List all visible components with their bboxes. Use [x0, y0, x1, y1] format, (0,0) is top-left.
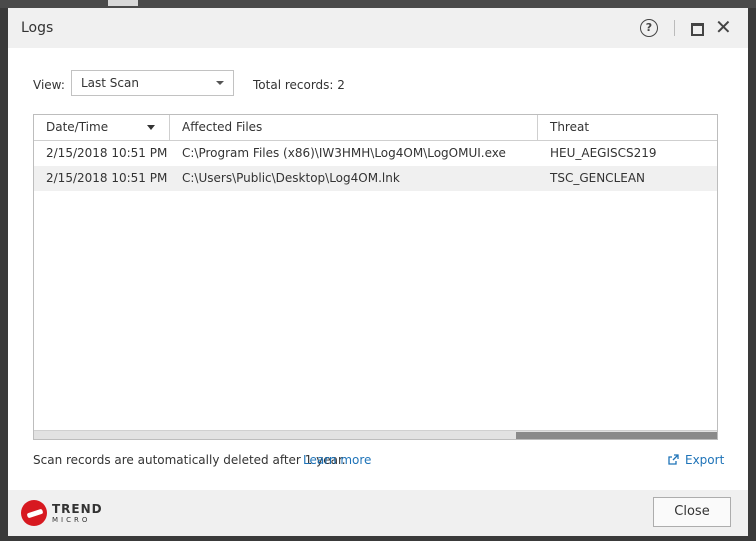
- cell-datetime: 2/15/2018 10:51 PM: [46, 146, 168, 160]
- column-header-label: Threat: [550, 120, 590, 134]
- column-divider[interactable]: [537, 115, 538, 140]
- view-dropdown-value: Last Scan: [81, 76, 139, 90]
- export-label: Export: [685, 453, 725, 467]
- trend-micro-logo-icon: [21, 500, 47, 526]
- dialog-title: Logs: [21, 20, 54, 36]
- help-icon[interactable]: ?: [640, 19, 658, 37]
- brand-name-top: TREND: [52, 502, 103, 516]
- scrollbar-thumb[interactable]: [516, 432, 717, 439]
- column-header-label: Date/Time: [46, 120, 109, 134]
- log-table: Date/Time Affected Files Threat 2/15/201…: [33, 114, 718, 440]
- column-header-threat[interactable]: Threat: [550, 115, 589, 140]
- horizontal-scrollbar[interactable]: [34, 430, 717, 439]
- table-row[interactable]: 2/15/2018 10:51 PM C:\Program Files (x86…: [34, 141, 717, 166]
- chevron-down-icon: [216, 81, 224, 85]
- retention-note: Scan records are automatically deleted a…: [33, 453, 346, 467]
- total-records: Total records: 2: [253, 78, 345, 92]
- table-header: Date/Time Affected Files Threat: [34, 115, 717, 141]
- column-header-affected-files[interactable]: Affected Files: [182, 115, 262, 140]
- cell-affected-file: C:\Users\Public\Desktop\Log4OM.lnk: [182, 171, 400, 185]
- close-button[interactable]: Close: [653, 497, 731, 527]
- trend-micro-logo: TREND MICRO: [21, 500, 111, 530]
- export-icon: [668, 454, 679, 465]
- dialog-footer: TREND MICRO Close: [8, 490, 748, 536]
- title-bar: Logs ? ✕: [8, 8, 748, 48]
- cell-threat: TSC_GENCLEAN: [550, 171, 646, 185]
- learn-more-link[interactable]: Learn more: [303, 453, 371, 467]
- background-tab: [108, 0, 138, 6]
- cell-threat: HEU_AEGISCS219: [550, 146, 657, 160]
- view-dropdown[interactable]: Last Scan: [71, 70, 234, 96]
- column-divider[interactable]: [169, 115, 170, 140]
- cell-affected-file: C:\Program Files (x86)\IW3HMH\Log4OM\Log…: [182, 146, 506, 160]
- view-label: View:: [33, 78, 65, 92]
- column-header-label: Affected Files: [182, 120, 263, 134]
- column-header-datetime[interactable]: Date/Time: [46, 115, 108, 140]
- close-icon[interactable]: ✕: [715, 17, 732, 37]
- cell-datetime: 2/15/2018 10:51 PM: [46, 171, 168, 185]
- brand-name-bottom: MICRO: [52, 516, 91, 524]
- maximize-icon[interactable]: [691, 23, 704, 36]
- table-row[interactable]: 2/15/2018 10:51 PM C:\Users\Public\Deskt…: [34, 166, 717, 191]
- titlebar-divider: [674, 20, 675, 36]
- logs-dialog: Logs ? ✕ View: Last Scan Total records: …: [8, 8, 748, 536]
- sort-desc-icon[interactable]: [147, 125, 155, 130]
